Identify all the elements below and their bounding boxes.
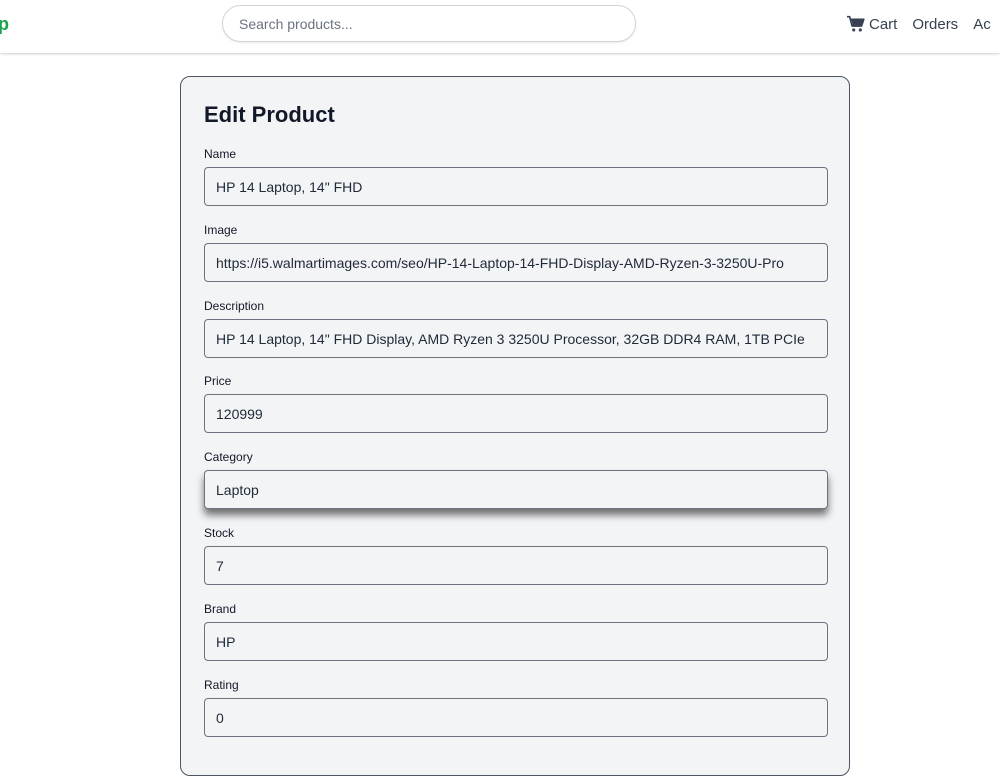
nav-account-link[interactable]: Ac: [973, 16, 991, 33]
rating-field[interactable]: [204, 698, 828, 737]
name-field[interactable]: [204, 167, 828, 206]
category-label: Category: [204, 450, 253, 464]
stock-field[interactable]: [204, 546, 828, 585]
brand-label: Brand: [204, 602, 237, 616]
search-input[interactable]: [222, 5, 636, 42]
page-title: Edit Product: [204, 102, 335, 127]
category-field[interactable]: [204, 470, 828, 509]
top-navbar: p Cart Orders Ac: [0, 0, 1000, 53]
rating-label: Rating: [204, 678, 239, 692]
description-field[interactable]: [204, 319, 828, 358]
nav-account-label: Ac: [973, 15, 991, 33]
nav-orders-link[interactable]: Orders: [912, 16, 958, 33]
stock-label: Stock: [204, 526, 235, 540]
image-label: Image: [204, 223, 238, 237]
name-label: Name: [204, 147, 237, 161]
brand-logo[interactable]: p: [0, 14, 9, 35]
nav-cart-label: Cart: [869, 15, 898, 33]
price-field[interactable]: [204, 394, 828, 433]
price-label: Price: [204, 374, 232, 388]
nav-links: Cart Orders Ac: [846, 15, 991, 33]
cart-icon: [847, 15, 865, 32]
image-url-field[interactable]: [204, 243, 828, 282]
nav-cart-link[interactable]: Cart: [846, 15, 897, 33]
description-label: Description: [204, 299, 265, 313]
nav-orders-label: Orders: [912, 15, 959, 33]
edit-product-card: Edit Product Name Image Description Pric…: [180, 76, 850, 776]
brand-field[interactable]: [204, 622, 828, 661]
